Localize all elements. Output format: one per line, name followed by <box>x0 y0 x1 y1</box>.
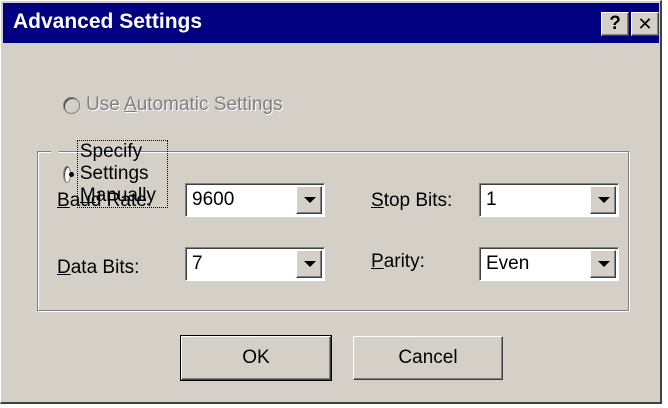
use-automatic-settings-radio[interactable]: Use Automatic Settings <box>63 94 282 116</box>
cancel-button-label: Cancel <box>398 347 458 368</box>
specify-manually-container: Specify Settings Manually <box>51 139 169 208</box>
chevron-down-icon <box>598 197 610 203</box>
stop-bits-value: 1 <box>486 189 497 210</box>
data-bits-combobox[interactable]: 7 <box>185 247 325 281</box>
chevron-down-icon <box>598 261 610 267</box>
stop-bits-label: Stop Bits: <box>371 190 453 211</box>
title-bar[interactable]: Advanced Settings ? ✕ <box>3 3 659 43</box>
close-icon: ✕ <box>637 13 653 35</box>
use-automatic-settings-label: Use Automatic Settings <box>86 94 283 115</box>
advanced-settings-dialog: Advanced Settings ? ✕ Use Automatic Sett… <box>0 0 662 404</box>
radio-dot-icon <box>69 171 74 177</box>
data-bits-label: Data Bits: <box>57 257 140 278</box>
ok-button-label: OK <box>242 347 270 368</box>
parity-dropdown-button[interactable] <box>590 250 616 278</box>
stop-bits-dropdown-button[interactable] <box>590 186 616 214</box>
baud-rate-value: 9600 <box>192 189 235 210</box>
data-bits-dropdown-button[interactable] <box>296 250 322 278</box>
radio-button-selected <box>63 165 74 183</box>
baud-rate-dropdown-button[interactable] <box>296 186 322 214</box>
parity-combobox[interactable]: Even <box>479 247 619 281</box>
ok-button[interactable]: OK <box>180 335 332 381</box>
radio-button-unselected <box>63 96 80 114</box>
data-bits-value: 7 <box>192 253 203 274</box>
help-button[interactable]: ? <box>601 12 629 36</box>
help-icon: ? <box>609 13 621 34</box>
chevron-down-icon <box>304 197 316 203</box>
close-button[interactable]: ✕ <box>631 12 659 36</box>
parity-value: Even <box>486 253 530 274</box>
parity-label: Parity: <box>371 251 425 272</box>
dialog-title: Advanced Settings <box>13 10 203 33</box>
chevron-down-icon <box>304 261 316 267</box>
baud-rate-combobox[interactable]: 9600 <box>185 183 325 217</box>
cancel-button[interactable]: Cancel <box>353 336 503 380</box>
baud-rate-label: Baud Rate: <box>57 190 153 211</box>
stop-bits-combobox[interactable]: 1 <box>479 183 619 217</box>
